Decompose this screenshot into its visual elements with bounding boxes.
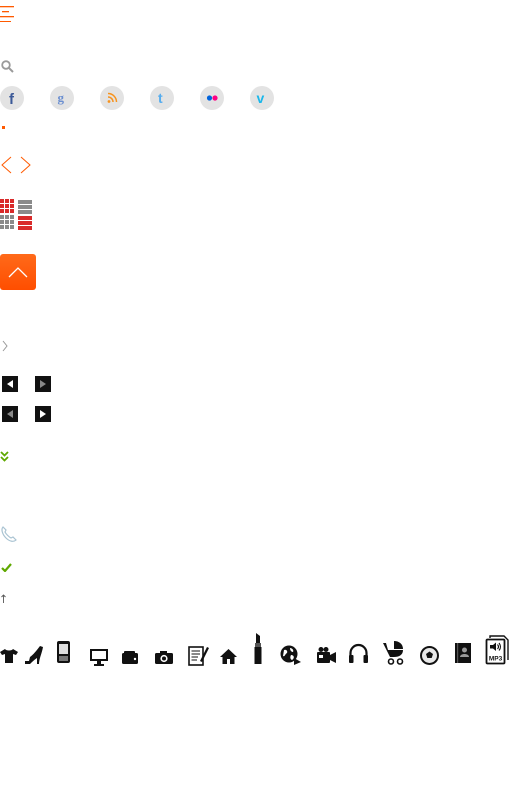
vimeo-icon[interactable]: v <box>250 86 274 110</box>
svg-text:f: f <box>9 91 15 108</box>
tshirt-icon[interactable] <box>0 648 18 664</box>
football-icon[interactable] <box>419 645 440 666</box>
double-chevron-down-icon[interactable] <box>0 447 9 466</box>
chevron-up-icon <box>8 263 28 282</box>
search-icon[interactable] <box>1 58 14 77</box>
menu-icon[interactable] <box>0 6 14 22</box>
chevron-right-small-icon[interactable] <box>2 337 8 356</box>
mp3-icon[interactable]: MP3 <box>485 635 509 665</box>
slider-prev-button[interactable] <box>2 406 18 422</box>
monitor-icon[interactable] <box>89 648 109 666</box>
mp3-label: MP3 <box>489 656 503 663</box>
camera-icon[interactable] <box>154 650 174 665</box>
svg-text:v: v <box>257 90 265 106</box>
facebook-icon[interactable]: f <box>0 86 24 110</box>
stroller-icon[interactable] <box>382 640 406 665</box>
book-icon[interactable] <box>454 642 472 664</box>
headphones-icon[interactable] <box>348 643 369 664</box>
checkmark-icon <box>1 557 12 576</box>
slider-next-button[interactable] <box>35 376 51 392</box>
chevron-left-icon[interactable] <box>0 156 12 178</box>
phone-icon <box>0 525 18 547</box>
svg-text:t: t <box>158 90 163 106</box>
bullet-dot <box>2 126 5 129</box>
svg-text:g: g <box>58 90 65 105</box>
globe-icon[interactable] <box>279 644 301 666</box>
high-heel-icon[interactable] <box>24 645 44 665</box>
google-icon[interactable]: g <box>50 86 74 110</box>
notepad-icon[interactable] <box>187 644 209 666</box>
lipstick-icon[interactable] <box>253 632 263 665</box>
rss-icon[interactable] <box>100 86 124 110</box>
list-view-icon[interactable] <box>18 215 32 234</box>
mobile-phone-icon[interactable] <box>56 640 71 664</box>
grid-view-icon[interactable] <box>0 199 14 213</box>
home-icon[interactable] <box>219 648 238 665</box>
twitter-icon[interactable]: t <box>150 86 174 110</box>
grid-view-icon[interactable] <box>0 215 14 229</box>
slider-prev-button[interactable] <box>2 376 18 392</box>
back-to-top-button[interactable] <box>0 254 36 290</box>
slider-next-button[interactable] <box>35 406 51 422</box>
wallet-icon[interactable] <box>121 650 139 665</box>
arrow-up-icon[interactable] <box>1 588 6 607</box>
video-camera-icon[interactable] <box>315 646 337 665</box>
chevron-right-icon[interactable] <box>20 156 32 178</box>
flickr-icon[interactable] <box>200 86 224 110</box>
